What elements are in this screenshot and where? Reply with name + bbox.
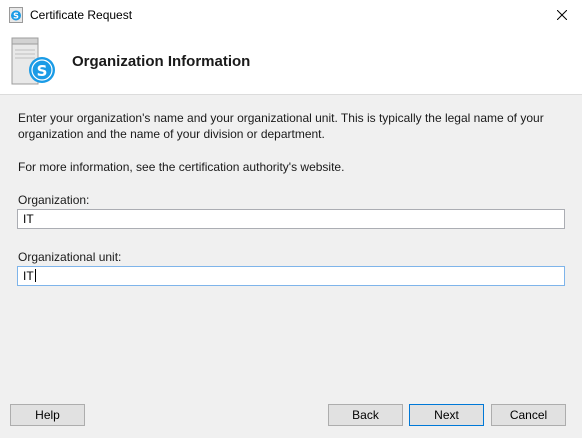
close-button[interactable] [542,0,582,30]
description-text: Enter your organization's name and your … [18,111,544,141]
organizational-unit-label: Organizational unit: [18,250,122,264]
organizational-unit-input[interactable]: IT [17,266,565,286]
more-info-text: For more information, see the certificat… [18,160,345,174]
back-button[interactable]: Back [328,404,403,426]
window-title: Certificate Request [30,8,133,22]
close-icon [557,10,567,20]
organization-input[interactable]: IT [17,209,565,229]
certificate-request-window: S Certificate Request S Organization Inf… [0,0,582,438]
server-skype-icon: S [10,36,60,88]
svg-text:S: S [37,62,48,80]
title-bar: S Certificate Request [0,0,582,30]
text-caret [34,269,36,282]
skype-app-icon: S [9,7,23,23]
organization-label: Organization: [18,193,90,207]
content-area: Enter your organization's name and your … [18,110,568,142]
svg-text:S: S [13,12,19,21]
help-button[interactable]: Help [10,404,85,426]
page-title: Organization Information [72,53,251,70]
wizard-header: S Organization Information [0,30,582,95]
organizational-unit-value: IT [23,269,34,283]
next-button[interactable]: Next [409,404,484,426]
organization-value: IT [23,212,34,226]
cancel-button[interactable]: Cancel [491,404,566,426]
